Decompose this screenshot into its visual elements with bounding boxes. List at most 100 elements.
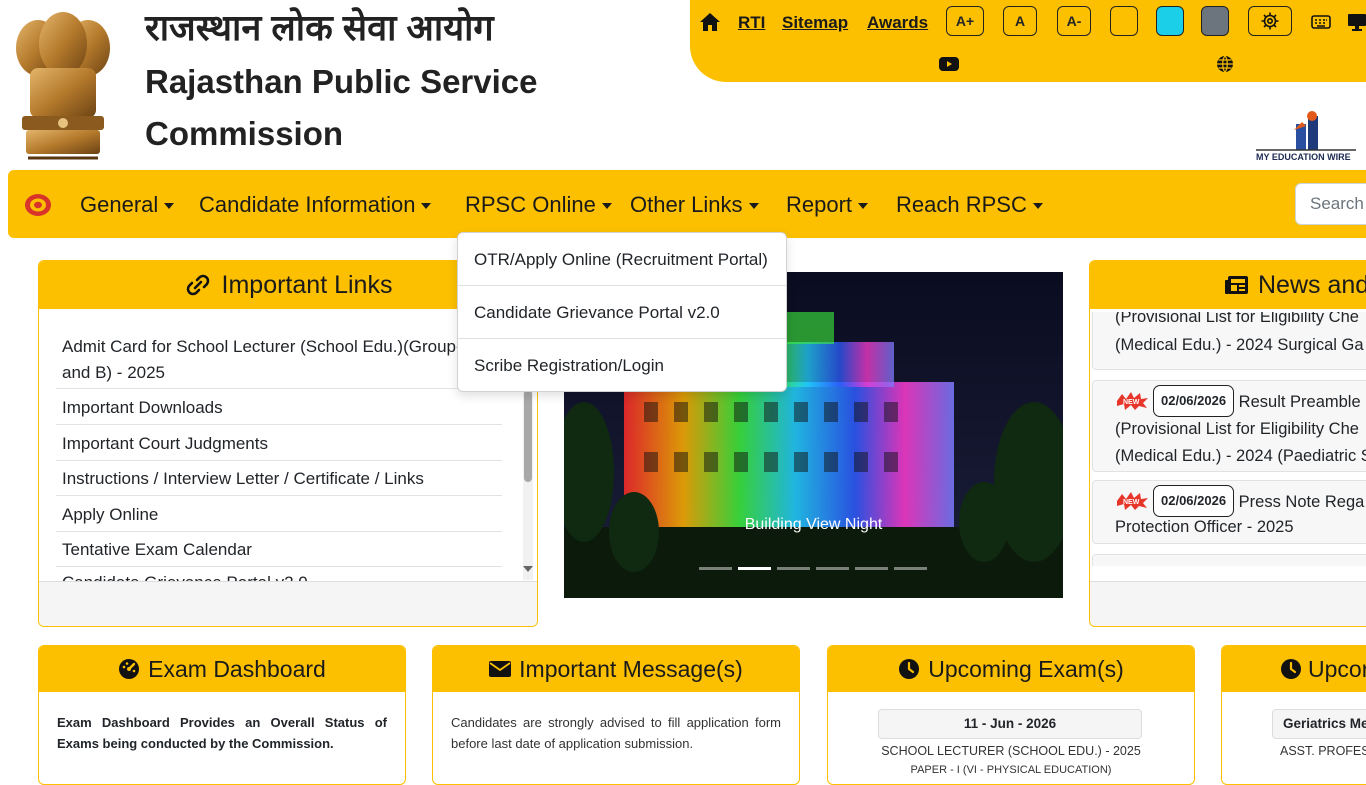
links-scrollbar-thumb[interactable] [524,390,532,482]
link-important-downloads[interactable]: Important Downloads [62,395,502,421]
upcoming-exam-paper[interactable]: PAPER - I (VI - PHYSICAL EDUCATION) [828,764,1194,776]
news-item-text: (Medical Edu.) - 2024 (Paediatric S [1115,447,1366,465]
nav-other-links[interactable]: Other Links [630,192,759,218]
sitemap-link[interactable]: Sitemap [782,13,848,33]
news-header: News and [1090,261,1366,309]
link-admit-card[interactable]: Admit Card for School Lecturer (School E… [62,334,502,386]
font-normal-button[interactable]: A [1003,6,1037,36]
globe-icon[interactable] [1216,55,1234,73]
home-icon[interactable] [699,12,721,32]
nav-rpsc-online[interactable]: RPSC Online [465,192,612,218]
new-badge-label: NEW [1123,499,1140,506]
nav-general[interactable]: General [80,192,175,218]
upcoming-exams-title: Upcoming Exam(s) [928,655,1124,682]
site-title-english: Rajasthan Public Service Commission [145,63,538,152]
news-item-text: Result Preamble [1238,393,1361,411]
nav-report[interactable]: Report [786,192,869,218]
dropdown-item-otr-apply-online[interactable]: OTR/Apply Online (Recruitment Portal) [474,250,768,270]
important-message-card: Important Message(s) Candidates are stro… [432,645,800,785]
divider [56,495,502,496]
new-badge-label: NEW [1123,399,1140,406]
carousel-indicators[interactable] [699,567,929,571]
news-list: (Provisional List for Eligibility Che (M… [1090,312,1366,566]
divider [56,566,502,567]
upcoming-partial-header: Upcor [1222,646,1366,692]
nav-reach-rpsc[interactable]: Reach RPSC [896,192,1043,218]
dashboard-icon [119,659,140,679]
exam-dashboard-text: Exam Dashboard Provides an Overall Statu… [57,715,387,751]
carousel-indicator[interactable] [816,567,849,570]
carousel-indicator[interactable] [855,567,888,570]
nav-rpsc-online-label: RPSC Online [465,192,596,217]
divider [458,338,786,339]
divider [56,388,502,389]
link-icon [186,274,209,296]
news-item-text: (Provisional List for Eligibility Che [1115,312,1359,326]
news-item[interactable]: (Provisional List for Eligibility Che (M… [1092,312,1366,370]
news-item[interactable]: NEW 02/06/2026 Result Preamble (Provisio… [1092,380,1366,472]
link-exam-calendar[interactable]: Tentative Exam Calendar [62,537,502,563]
upcoming-exam-name[interactable]: SCHOOL LECTURER (SCHOOL EDU.) - 2025 [828,744,1194,758]
carousel-indicator[interactable] [894,567,927,570]
clock-icon [1281,659,1301,679]
desktop-icon[interactable] [1347,13,1366,31]
caret-down-icon [1032,203,1043,210]
news-item-text: (Provisional List for Eligibility Che [1115,420,1359,438]
exam-dashboard-header: Exam Dashboard [39,646,405,692]
upcoming-partial-item-sub[interactable]: ASST. PROFES [1280,744,1366,758]
important-message-header: Important Message(s) [433,646,799,692]
theme-grey-button[interactable] [1201,6,1229,36]
carousel-indicator[interactable] [777,567,810,570]
upcoming-exams-header: Upcoming Exam(s) [828,646,1194,692]
upcoming-exam-date: 11 - Jun - 2026 [878,709,1142,739]
newspaper-icon [1225,276,1248,294]
news-item-line: NEW 02/06/2026 Result Preamble [1115,385,1366,417]
news-item[interactable]: NEW 02/06/2026 Press Note Rega Protectio… [1092,480,1366,544]
nav-report-label: Report [786,192,853,217]
link-grievance-portal[interactable]: Candidate Grievance Portal v2.0 [62,573,308,581]
dropdown-item-grievance-portal[interactable]: Candidate Grievance Portal v2.0 [474,303,720,323]
nav-candidate-information-label: Candidate Information [199,192,416,217]
news-item-text: Press Note Rega [1238,493,1365,511]
theme-yellow-button[interactable] [1110,6,1138,36]
new-badge-icon: NEW [1117,492,1148,510]
news-title: News and [1258,270,1366,299]
scroll-down-icon[interactable] [523,566,533,572]
keyboard-icon[interactable] [1311,15,1331,29]
font-decrease-button[interactable]: A- [1057,6,1091,36]
nav-reach-rpsc-label: Reach RPSC [896,192,1027,217]
upcoming-partial-item-title: Geriatrics Me [1272,709,1366,739]
nav-general-label: General [80,192,159,217]
site-title-hindi: राजस्थान लोक सेवा आयोग [145,7,494,48]
font-increase-button[interactable]: A+ [946,6,984,36]
divider [56,460,502,461]
rti-link[interactable]: RTI [738,13,765,33]
dropdown-item-scribe-registration[interactable]: Scribe Registration/Login [474,356,664,376]
envelope-icon [489,661,512,677]
important-message-text: Candidates are strongly advised to fill … [451,715,781,751]
link-clip: Candidate Grievance Portal v2.0 [40,570,536,581]
link-apply-online[interactable]: Apply Online [62,502,502,528]
exam-dashboard-title: Exam Dashboard [148,655,326,682]
link-court-judgments[interactable]: Important Court Judgments [62,431,502,457]
news-item[interactable] [1092,554,1366,566]
carousel-indicator[interactable] [738,567,771,570]
youtube-icon[interactable] [939,57,959,71]
new-badge-icon: NEW [1117,392,1148,410]
settings-button[interactable] [1248,6,1292,36]
nav-candidate-information[interactable]: Candidate Information [199,192,432,218]
carousel-indicator[interactable] [699,567,732,570]
rpsc-logo-icon[interactable] [24,193,52,217]
theme-cyan-button[interactable] [1156,6,1184,36]
news-item-text: (Medical Edu.) - 2024 Surgical Ga [1115,336,1364,354]
awards-link[interactable]: Awards [867,13,928,33]
news-item-text: Protection Officer - 2025 [1115,518,1294,536]
search-input[interactable]: Search [1295,183,1366,225]
important-links-footer [39,581,537,626]
caret-down-icon [858,203,869,210]
carousel-caption: Building View Night [744,516,883,533]
my-education-wire-text: MY EDUCATION WIRE [1256,152,1351,162]
link-instructions[interactable]: Instructions / Interview Letter / Certif… [62,466,502,492]
divider [56,531,502,532]
caret-down-icon [601,203,612,210]
